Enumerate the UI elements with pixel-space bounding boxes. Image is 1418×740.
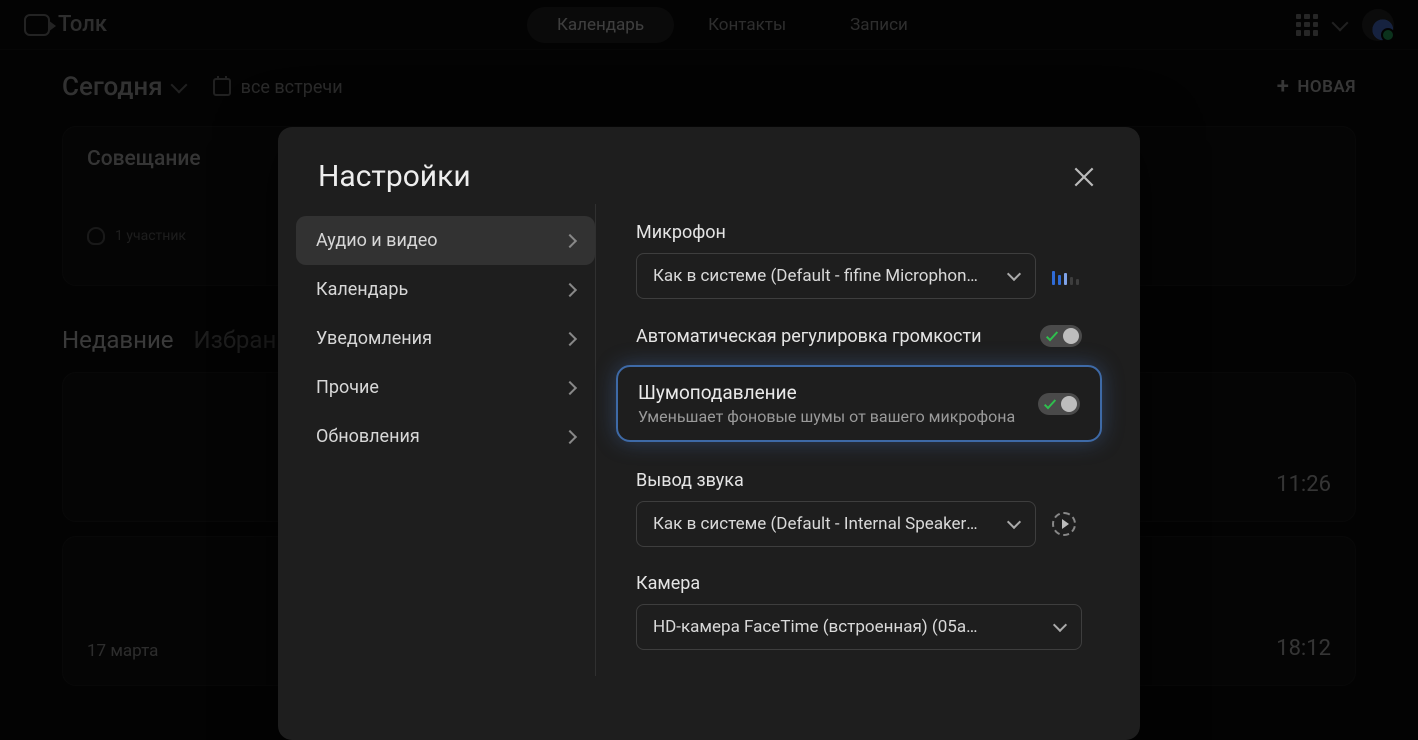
sidebar-item-notifications[interactable]: Уведомления: [296, 314, 595, 363]
check-icon: [1044, 328, 1060, 344]
sidebar-item-label: Обновления: [316, 426, 420, 447]
chevron-right-icon: [563, 282, 577, 296]
microphone-level-indicator: [1052, 267, 1079, 285]
agc-row: Автоматическая регулировка громкости: [636, 325, 1082, 347]
modal-header: Настройки: [278, 127, 1140, 204]
modal-title: Настройки: [318, 159, 471, 194]
chevron-right-icon: [563, 331, 577, 345]
sidebar-item-label: Уведомления: [316, 328, 432, 349]
sidebar-item-audio-video[interactable]: Аудио и видео: [296, 216, 595, 265]
chevron-right-icon: [563, 380, 577, 394]
sidebar-item-calendar[interactable]: Календарь: [296, 265, 595, 314]
modal-body: Аудио и видео Календарь Уведомления Проч…: [278, 204, 1140, 700]
camera-select[interactable]: HD-камера FaceTime (встроенная) (05ac:85…: [636, 604, 1082, 650]
sidebar-item-label: Аудио и видео: [316, 230, 438, 251]
noise-desc: Уменьшает фоновые шумы от вашего микрофо…: [638, 407, 1015, 426]
sidebar-item-other[interactable]: Прочие: [296, 363, 595, 412]
output-label: Вывод звука: [636, 470, 1102, 491]
noise-title: Шумоподавление: [638, 381, 1015, 404]
output-value: Как в системе (Default - Internal Speake…: [653, 514, 983, 534]
agc-toggle[interactable]: [1040, 325, 1082, 347]
agc-label: Автоматическая регулировка громкости: [636, 326, 982, 347]
check-icon: [1042, 396, 1058, 412]
chevron-down-icon: [1007, 515, 1021, 529]
settings-panel: Микрофон Как в системе (Default - fifine…: [596, 204, 1122, 676]
toggle-knob: [1061, 396, 1077, 412]
close-button[interactable]: [1068, 161, 1100, 193]
toggle-knob: [1063, 328, 1079, 344]
settings-modal: Настройки Аудио и видео Календарь Уведом…: [278, 127, 1140, 740]
sidebar-item-label: Прочие: [316, 377, 379, 398]
sidebar-item-label: Календарь: [316, 279, 408, 300]
close-icon: [1071, 164, 1097, 190]
noise-text: Шумоподавление Уменьшает фоновые шумы от…: [638, 381, 1015, 426]
chevron-right-icon: [563, 233, 577, 247]
microphone-value: Как в системе (Default - fifine Micropho…: [653, 266, 983, 286]
microphone-select[interactable]: Как в системе (Default - fifine Micropho…: [636, 253, 1036, 299]
camera-value: HD-камера FaceTime (встроенная) (05ac:85…: [653, 617, 983, 637]
noise-suppression-block: Шумоподавление Уменьшает фоновые шумы от…: [616, 365, 1102, 442]
settings-sidebar: Аудио и видео Календарь Уведомления Проч…: [296, 204, 596, 676]
camera-label: Камера: [636, 573, 1102, 594]
output-select[interactable]: Как в системе (Default - Internal Speake…: [636, 501, 1036, 547]
microphone-label: Микрофон: [636, 222, 1102, 243]
sidebar-item-updates[interactable]: Обновления: [296, 412, 595, 461]
chevron-down-icon: [1007, 267, 1021, 281]
noise-suppression-toggle[interactable]: [1038, 393, 1080, 415]
chevron-right-icon: [563, 429, 577, 443]
chevron-down-icon: [1053, 618, 1067, 632]
test-sound-button[interactable]: [1052, 512, 1076, 536]
